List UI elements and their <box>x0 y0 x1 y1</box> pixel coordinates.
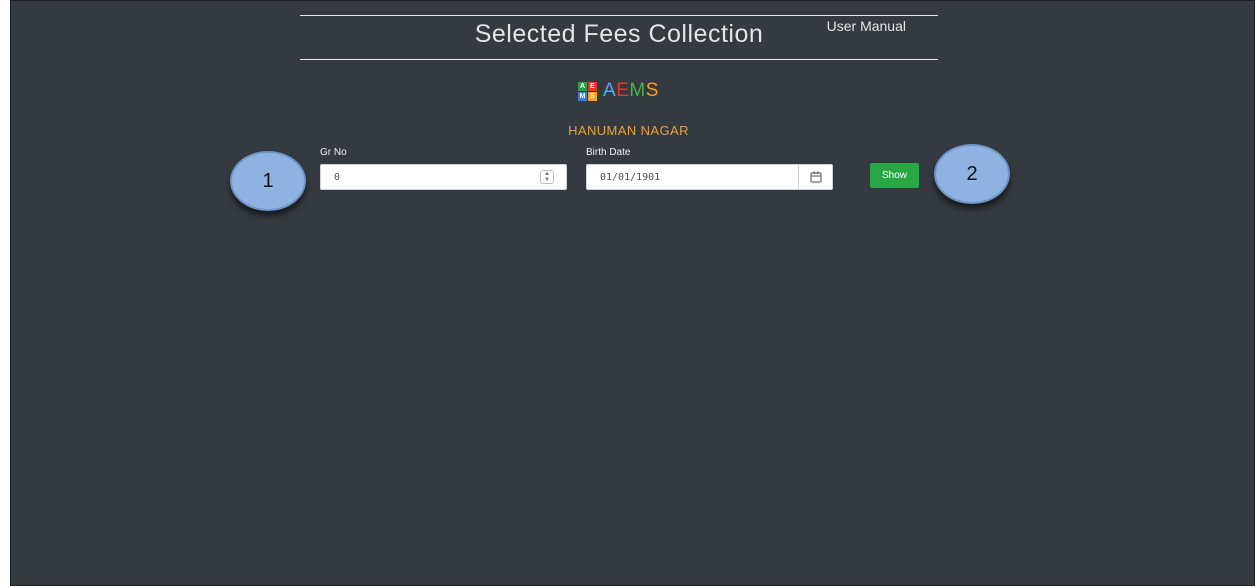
logo-grid-s: S <box>588 91 597 101</box>
show-button[interactable]: Show <box>870 163 919 188</box>
gr-no-value: 0 <box>334 172 341 183</box>
birth-date-input[interactable]: 01/01/1901 <box>586 164 833 190</box>
logo-letter-a: A <box>603 80 617 101</box>
logo-grid-e: E <box>588 81 597 91</box>
organization-name: HANUMAN NAGAR <box>568 123 689 138</box>
logo-grid-m: M <box>578 91 587 101</box>
gr-no-label: Gr No <box>320 147 347 158</box>
logo-grid-a: A <box>578 81 587 91</box>
logo-grid-icon: A E M S <box>578 81 597 101</box>
aems-logo: A E M S AEMS <box>578 80 659 102</box>
user-manual-link[interactable]: User Manual <box>827 18 906 34</box>
calendar-icon[interactable] <box>810 171 822 183</box>
annotation-marker-2: 2 <box>934 144 1010 204</box>
logo-letter-e: E <box>616 80 630 101</box>
logo-letter-m: M <box>629 80 646 101</box>
logo-letter-s: S <box>645 80 659 101</box>
birth-date-value: 01/01/1901 <box>600 172 661 183</box>
calendar-divider <box>798 165 799 189</box>
number-spinner-icon[interactable]: ▲ ▼ <box>540 170 554 184</box>
logo-text: AEMS <box>603 80 659 102</box>
birth-date-label: Birth Date <box>586 147 631 158</box>
annotation-marker-1: 1 <box>230 151 306 211</box>
gr-no-input[interactable]: 0 ▲ ▼ <box>320 164 567 190</box>
page-header: Selected Fees Collection User Manual <box>300 15 938 60</box>
